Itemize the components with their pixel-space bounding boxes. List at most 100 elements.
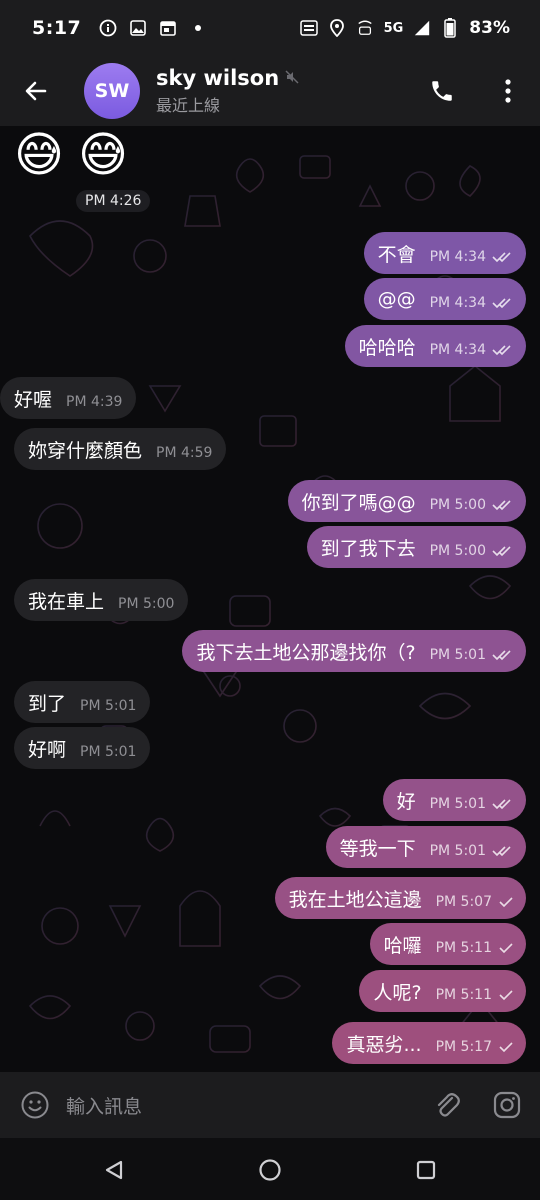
incoming-message[interactable]: 到了 PM 5:01 (14, 681, 151, 723)
image-icon (129, 19, 147, 37)
outgoing-message[interactable]: 哈哈哈 PM 4:34 (344, 325, 526, 367)
system-icons: 5G 83% (299, 18, 510, 38)
message-input-bar: 輸入訊息 (0, 1072, 540, 1138)
message-time: PM 4:59 (156, 445, 213, 461)
message-time: PM 5:11 (435, 940, 492, 956)
signal-icon (413, 19, 431, 37)
contact-name-row: sky wilson (156, 66, 299, 90)
message-time: PM 5:17 (435, 1039, 492, 1055)
double-check-icon (492, 845, 514, 857)
double-check-icon (492, 344, 514, 356)
outgoing-message[interactable]: 你到了嗎@@ PM 5:00 (287, 480, 526, 522)
message-text: 我下去土地公那邊找你（? (196, 641, 416, 664)
nav-home-button[interactable] (256, 1156, 284, 1184)
chat-header: SW sky wilson 最近上線 (0, 56, 540, 126)
message-text: 我在車上 (28, 590, 105, 613)
circle-home-icon (259, 1159, 281, 1181)
emoji-button[interactable] (18, 1088, 52, 1122)
double-check-icon (492, 251, 514, 263)
double-check-icon (492, 649, 514, 661)
triangle-back-icon (105, 1160, 123, 1180)
sweat-smile-emoji: 😅 (78, 127, 129, 183)
incoming-message[interactable]: 妳穿什麼顏色 PM 4:59 (14, 428, 227, 470)
double-check-icon (492, 499, 514, 511)
message-time: PM 5:11 (435, 987, 492, 1003)
smiley-icon (21, 1091, 49, 1119)
outgoing-message[interactable]: 我在土地公這邊 PM 5:07 (274, 877, 526, 919)
contact-status: 最近上線 (156, 96, 221, 115)
attach-button[interactable] (430, 1088, 464, 1122)
outgoing-message[interactable]: 哈囉 PM 5:11 (369, 923, 526, 965)
message-time: PM 5:01 (429, 843, 486, 859)
emoji-message[interactable]: 😅 😅 (14, 128, 128, 182)
nav-recents-button[interactable] (412, 1156, 440, 1184)
info-icon (99, 19, 117, 37)
outgoing-message[interactable]: 人呢? PM 5:11 (359, 970, 526, 1012)
message-time: PM 5:00 (429, 543, 486, 559)
message-text: 不會 (377, 243, 416, 266)
message-time: PM 4:34 (429, 342, 486, 358)
double-check-icon (492, 798, 514, 810)
message-time: PM 4:39 (66, 394, 123, 410)
back-button[interactable] (0, 56, 72, 126)
message-text: 哈哈哈 (358, 336, 416, 359)
outgoing-message[interactable]: 好 PM 5:01 (382, 779, 526, 821)
more-vertical-icon (505, 79, 511, 103)
sweat-smile-emoji: 😅 (14, 127, 65, 183)
message-time: PM 4:34 (429, 249, 486, 265)
contact-name: sky wilson (156, 66, 280, 90)
contact-info[interactable]: sky wilson 最近上線 (156, 66, 299, 116)
message-text: 好喔 (14, 388, 53, 411)
outgoing-message[interactable]: 不會 PM 4:34 (363, 232, 526, 274)
mute-icon (285, 69, 299, 88)
message-text: 哈囉 (383, 934, 422, 957)
incoming-message[interactable]: 好喔 PM 4:39 (0, 377, 137, 419)
phone-icon (432, 81, 452, 101)
volte-icon (356, 19, 374, 37)
message-text: 好 (396, 790, 416, 813)
message-time: PM 5:01 (429, 796, 486, 812)
outgoing-message[interactable]: 等我一下 PM 5:01 (325, 826, 526, 868)
more-options-button[interactable] (492, 71, 524, 111)
message-text: 我在土地公這邊 (288, 888, 422, 911)
battery-percent: 83% (469, 18, 510, 38)
incoming-message[interactable]: 好啊 PM 5:01 (14, 727, 151, 769)
message-input[interactable]: 輸入訊息 (66, 1092, 142, 1119)
battery-icon (441, 18, 459, 38)
message-time: PM 5:00 (429, 497, 486, 513)
message-time: PM 5:07 (435, 894, 492, 910)
single-check-icon (498, 896, 514, 908)
calendar-icon (159, 19, 177, 37)
nav-back-button[interactable] (100, 1156, 128, 1184)
message-time: PM 5:01 (80, 698, 137, 714)
message-time: PM 5:00 (118, 596, 175, 612)
message-text: 到了 (28, 692, 67, 715)
auto-icon (299, 19, 318, 37)
camera-button[interactable] (490, 1088, 524, 1122)
network-label: 5G (383, 20, 404, 36)
double-check-icon (492, 297, 514, 309)
emoji-message-time: PM 4:26 (76, 190, 151, 212)
double-check-icon (492, 545, 514, 557)
chat-area[interactable]: 😅 😅 PM 4:26 不會 PM 4:34 @@ PM 4:34 哈哈哈 PM 4:34… (0, 126, 540, 1072)
single-check-icon (498, 942, 514, 954)
outgoing-message[interactable]: 到了我下去 PM 5:00 (306, 526, 526, 568)
message-time: PM 4:34 (429, 295, 486, 311)
outgoing-message[interactable]: 真惡劣... PM 5:17 (332, 1022, 526, 1064)
single-check-icon (498, 989, 514, 1001)
message-text: 好啊 (28, 738, 67, 761)
outgoing-message[interactable]: @@ PM 4:34 (363, 278, 526, 320)
call-button[interactable] (422, 71, 462, 111)
notification-icons (99, 19, 207, 37)
outgoing-message[interactable]: 我下去土地公那邊找你（? PM 5:01 (182, 630, 526, 672)
dot-icon (189, 19, 207, 37)
message-text: 到了我下去 (320, 537, 416, 560)
avatar[interactable]: SW (84, 63, 140, 119)
message-text: @@ (377, 288, 416, 310)
incoming-message[interactable]: 我在車上 PM 5:00 (14, 579, 189, 621)
message-time: PM 5:01 (80, 744, 137, 760)
paperclip-icon (437, 1093, 460, 1117)
message-time: PM 5:01 (429, 647, 486, 663)
message-text: 妳穿什麼顏色 (28, 439, 143, 462)
message-text: 你到了嗎@@ (301, 491, 416, 514)
